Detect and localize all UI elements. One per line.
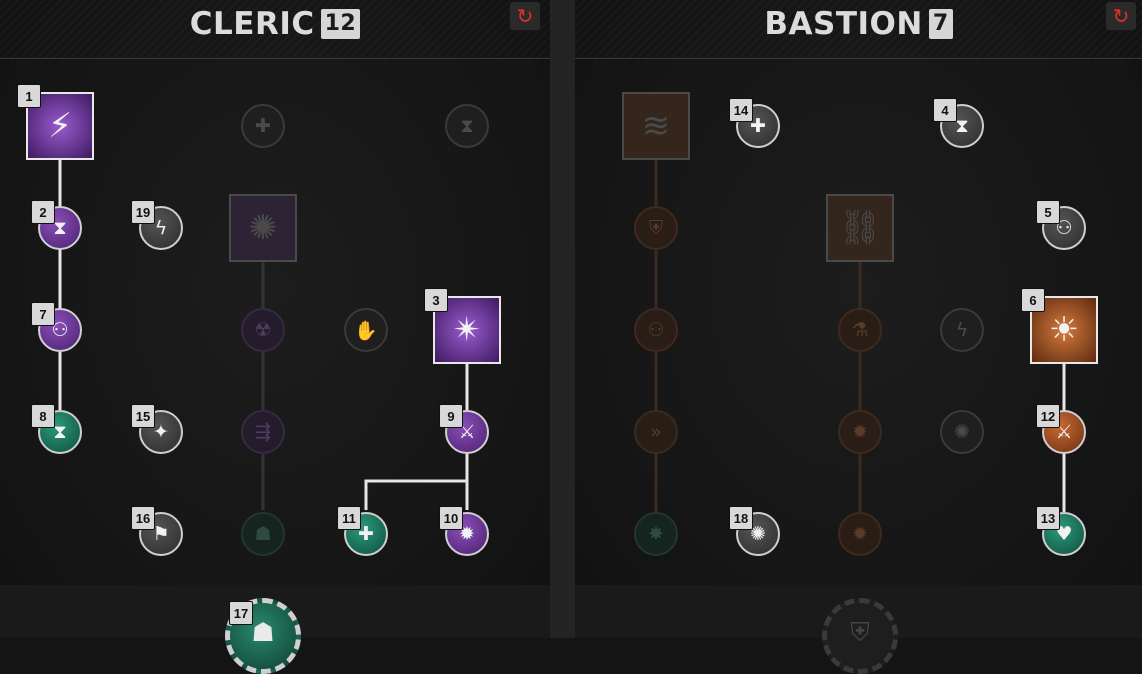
order-badge: 5 [1036, 200, 1060, 224]
class-name: BASTION [764, 6, 923, 42]
locked-skill[interactable]: ☢ [241, 308, 285, 352]
reset-icon[interactable]: ↻ [510, 2, 540, 30]
locked-keystone[interactable]: ✺ [229, 194, 297, 262]
shield-icon: ☗ [251, 617, 275, 647]
bolt-icon: ϟ [154, 217, 168, 239]
locked-skill[interactable]: ✚ [241, 104, 285, 148]
order-badge: 4 [933, 98, 957, 122]
order-badge: 3 [424, 288, 448, 312]
locked-skill[interactable]: ⛨ [634, 206, 678, 250]
hourglass-icon: ⧗ [53, 217, 67, 239]
strike-icon: ✦ [153, 421, 169, 443]
locked-skill[interactable]: ⇶ [241, 410, 285, 454]
hand-icon: ✋ [354, 319, 378, 342]
chain-icon: ⛓ [838, 208, 882, 248]
amulet-icon: ⚇ [647, 319, 665, 341]
lightning-icon: ⚡ [48, 106, 72, 146]
sunburst-icon: ✸ [648, 523, 664, 545]
order-badge: 18 [729, 506, 753, 530]
locked-skill[interactable]: ✹ [838, 512, 882, 556]
order-badge: 7 [31, 302, 55, 326]
bastion-header: BASTION 7 [575, 0, 1142, 59]
hourglass-icon: ⧗ [955, 115, 969, 137]
bolt-icon: ϟ [955, 319, 969, 341]
arrows-icon: » [650, 421, 662, 443]
burst-icon: ✹ [852, 421, 868, 443]
locked-skill[interactable]: ⚇ [634, 308, 678, 352]
order-badge: 6 [1021, 288, 1045, 312]
class-name: CLERIC [189, 6, 315, 42]
reset-icon[interactable]: ↻ [1106, 2, 1136, 30]
locked-skill[interactable]: ☗ [241, 512, 285, 556]
hourglass-icon: ⧗ [53, 421, 67, 443]
order-badge: 8 [31, 404, 55, 428]
order-badge: 1 [17, 84, 41, 108]
level-badge: 7 [928, 9, 953, 39]
locked-skill[interactable]: ✸ [634, 512, 678, 556]
whirl-icon: ≋ [641, 106, 671, 146]
order-badge: 16 [131, 506, 155, 530]
order-badge: 13 [1036, 506, 1060, 530]
runner-icon: ⚑ [152, 523, 170, 545]
locked-skill[interactable]: ⧗ [445, 104, 489, 148]
cleric-title: CLERIC 12 [0, 6, 550, 42]
locked-skill[interactable]: ⚗ [838, 308, 882, 352]
bastion-title: BASTION 7 [575, 6, 1142, 42]
shield-icon: ⛨ [648, 217, 664, 239]
order-badge: 12 [1036, 404, 1060, 428]
order-badge: 2 [31, 200, 55, 224]
bastion-ultimate-locked[interactable]: ⛨ [822, 598, 898, 674]
hourglass-icon: ⧗ [460, 115, 474, 137]
order-badge: 9 [439, 404, 463, 428]
figure-icon: ☗ [254, 523, 272, 545]
sun-icon: ☀ [1048, 310, 1080, 350]
locked-skill[interactable]: ✋ [344, 308, 388, 352]
order-badge: 14 [729, 98, 753, 122]
heal-scroll-icon: ✚ [255, 115, 271, 137]
spin-icon: ✺ [248, 208, 278, 248]
gear-burst-icon: ✺ [954, 421, 970, 443]
burst-icon: ✹ [852, 523, 868, 545]
dash-icon: ⇶ [255, 421, 271, 443]
locked-skill[interactable]: » [634, 410, 678, 454]
shield-icon: ⛨ [850, 617, 870, 647]
order-badge: 17 [229, 601, 253, 625]
order-badge: 19 [131, 200, 155, 224]
locked-skill[interactable]: ϟ [940, 308, 984, 352]
locked-skill[interactable]: ✹ [838, 410, 882, 454]
radiance-icon: ✴ [452, 310, 482, 350]
level-badge: 12 [320, 9, 361, 39]
cleric-header: CLERIC 12 [0, 0, 550, 59]
panel-divider [550, 0, 575, 638]
sigil-icon: ☢ [254, 319, 272, 341]
locked-keystone[interactable]: ⛓ [826, 194, 894, 262]
order-badge: 11 [337, 506, 361, 530]
locked-keystone[interactable]: ≋ [622, 92, 690, 160]
order-badge: 15 [131, 404, 155, 428]
locked-skill[interactable]: ✺ [940, 410, 984, 454]
order-badge: 10 [439, 506, 463, 530]
flask-icon: ⚗ [851, 319, 869, 341]
